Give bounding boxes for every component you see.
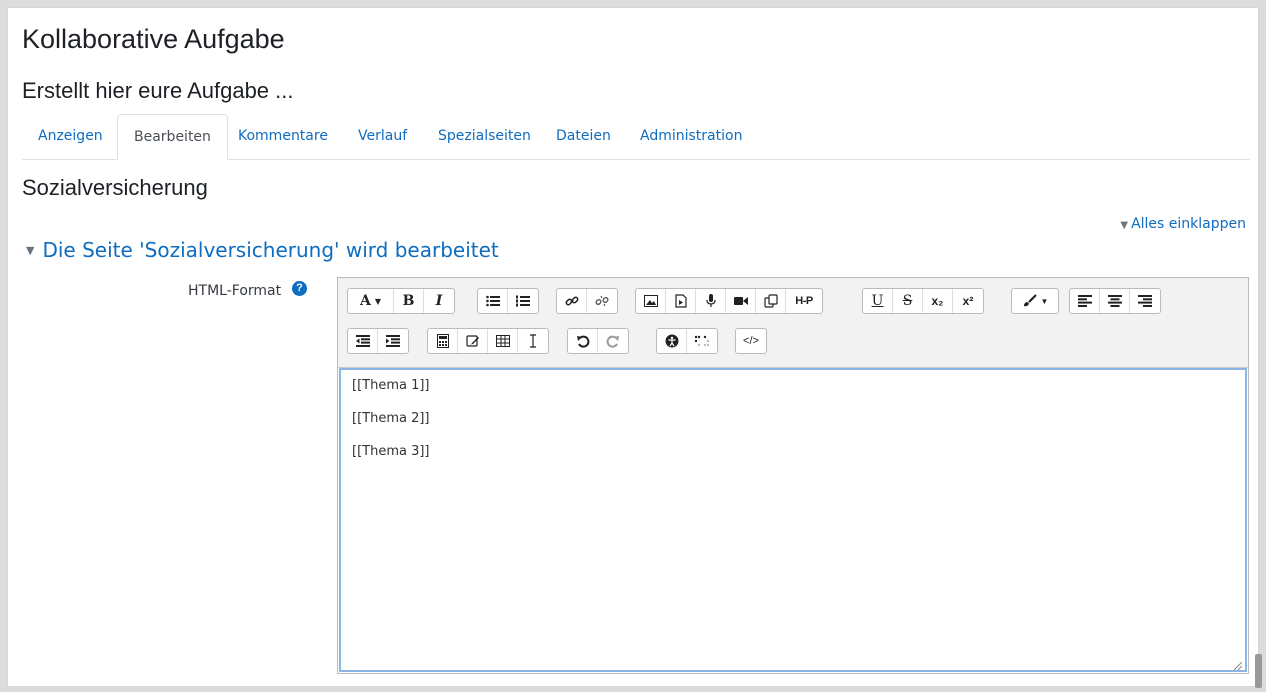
editor-line: [[Thema 2]] [352,411,430,426]
align-left-button[interactable] [1070,289,1100,313]
caret-down-icon: ▼ [1120,220,1129,231]
collapse-all-label: Alles einklappen [1131,216,1246,232]
unlink-icon [595,294,609,308]
toolbar-group-color: ▼ [1011,288,1059,314]
h5p-button[interactable]: H-P [786,289,822,313]
editor-content-area[interactable]: [[Thema 1]] [[Thema 2]] [[Thema 3]] [339,368,1247,672]
redo-button[interactable] [598,329,628,353]
tab-administration[interactable]: Administration [624,114,758,159]
toolbar-group-media: H-P [635,288,823,314]
tab-anzeigen[interactable]: Anzeigen [22,114,119,159]
align-center-icon [1107,295,1122,307]
toolbar-group-accessibility [656,328,718,354]
table-icon [495,335,510,347]
section-heading: Sozialversicherung [22,175,208,200]
align-center-button[interactable] [1100,289,1130,313]
editor-line: [[Thema 3]] [352,444,430,459]
html-editor: A ▼ B I H-P U S x₂ x² ▼ </> [[Thema 1]] … [337,277,1249,674]
page-title: Kollaborative Aufgabe [22,24,285,54]
toolbar-group-html: </> [735,328,767,354]
chevron-down-icon: ▼ [374,296,382,306]
subscript-button[interactable]: x₂ [923,289,953,313]
list-numbered-icon [516,295,530,307]
bold-button[interactable]: B [394,289,424,313]
outdent-button[interactable] [348,329,378,353]
ordered-list-button[interactable] [508,289,538,313]
tab-verlauf[interactable]: Verlauf [342,114,423,159]
braille-icon [694,335,710,347]
calculator-icon [436,334,449,348]
toolbar-group-text: U S x₂ x² [862,288,984,314]
caret-down-icon: ▼ [26,244,35,257]
accessibility-checker-button[interactable] [657,329,687,353]
insert-media-button[interactable] [666,289,696,313]
tab-bar: Anzeigen Bearbeiten Kommentare Verlauf S… [22,114,1250,160]
link-button[interactable] [557,289,587,313]
align-right-icon [1138,295,1152,307]
table-button[interactable] [488,329,518,353]
image-icon [643,295,658,307]
help-icon[interactable]: ? [292,281,307,296]
toolbar-group-history [567,328,629,354]
chevron-down-icon: ▼ [1040,296,1049,306]
editor-toolbar: A ▼ B I H-P U S x₂ x² ▼ </> [338,278,1248,368]
align-left-icon [1077,295,1092,307]
tab-bearbeiten[interactable]: Bearbeiten [117,114,228,160]
italic-button[interactable]: I [424,289,454,313]
video-camera-icon [733,296,748,306]
toolbar-group-insert [427,328,549,354]
editor-line: [[Thema 1]] [352,378,430,393]
collapse-all-link[interactable]: ▼ Alles einklappen [1120,216,1246,232]
tab-kommentare[interactable]: Kommentare [222,114,344,159]
toolbar-group-indent [347,328,409,354]
undo-icon [576,334,590,348]
toolbar-group-style: A ▼ B I [347,288,455,314]
font-style-button[interactable]: A ▼ [348,289,394,313]
edit-section-toggle[interactable]: ▼ Die Seite 'Sozialversicherung' wird bea… [26,238,499,262]
equation-button[interactable] [428,329,458,353]
record-video-button[interactable] [726,289,756,313]
accessibility-icon [665,334,679,348]
page-container: Kollaborative Aufgabe Erstellt hier eure… [7,7,1259,687]
files-icon [763,294,778,308]
microphone-icon [705,294,716,308]
strikethrough-button[interactable]: S [893,289,923,313]
unlink-button[interactable] [587,289,617,313]
underline-button[interactable]: U [863,289,893,313]
insert-character-button[interactable] [458,329,488,353]
page-subtitle: Erstellt hier eure Aufgabe ... [22,78,294,103]
indent-icon [386,335,400,347]
clear-formatting-button[interactable] [518,329,548,353]
toolbar-group-align [1069,288,1161,314]
toolbar-group-lists [477,288,539,314]
outdent-icon [355,335,370,347]
record-audio-button[interactable] [696,289,726,313]
text-color-button[interactable]: ▼ [1012,289,1058,313]
edit-icon [465,334,480,348]
insert-image-button[interactable] [636,289,666,313]
screenreader-helper-button[interactable] [687,329,717,353]
list-bullet-icon [485,295,500,307]
paintbrush-icon [1022,294,1038,308]
media-file-icon [674,294,687,308]
undo-button[interactable] [568,329,598,353]
redo-icon [606,334,620,348]
unordered-list-button[interactable] [478,289,508,313]
tab-dateien[interactable]: Dateien [540,114,627,159]
edit-section-title: Die Seite 'Sozialversicherung' wird bear… [42,238,499,262]
resize-handle-icon[interactable] [1233,659,1243,671]
link-icon [565,294,579,308]
font-label: A [359,293,371,309]
align-right-button[interactable] [1130,289,1160,313]
tab-spezialseiten[interactable]: Spezialseiten [422,114,547,159]
toolbar-group-links [556,288,618,314]
page-scrollbar[interactable] [1255,654,1262,688]
indent-button[interactable] [378,329,408,353]
html-source-button[interactable]: </> [736,329,766,353]
superscript-button[interactable]: x² [953,289,983,313]
text-cursor-icon [528,334,538,348]
manage-files-button[interactable] [756,289,786,313]
html-format-label: HTML-Format [188,283,282,299]
